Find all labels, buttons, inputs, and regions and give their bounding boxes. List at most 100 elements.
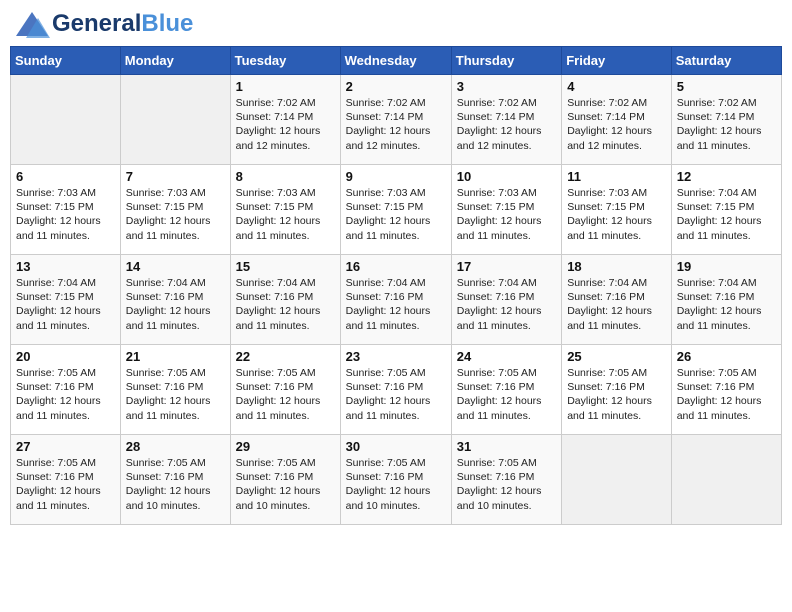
day-number: 8 bbox=[236, 169, 335, 184]
calendar-cell: 19Sunrise: 7:04 AM Sunset: 7:16 PM Dayli… bbox=[671, 255, 781, 345]
calendar-table: SundayMondayTuesdayWednesdayThursdayFrid… bbox=[10, 46, 782, 525]
day-number: 30 bbox=[346, 439, 446, 454]
calendar-cell: 27Sunrise: 7:05 AM Sunset: 7:16 PM Dayli… bbox=[11, 435, 121, 525]
calendar-cell: 24 Sunrise: 7:05 AM Sunset: 7:16 PM Dayli… bbox=[451, 345, 561, 435]
day-number: 1 bbox=[236, 79, 335, 94]
day-info: Sunrise: 7:02 AM Sunset: 7:14 PM Dayligh… bbox=[236, 96, 335, 153]
day-number: 22 bbox=[236, 349, 335, 364]
calendar-cell: 12 Sunrise: 7:04 AM Sunset: 7:15 PM Dayli… bbox=[671, 165, 781, 255]
day-number: 21 bbox=[126, 349, 225, 364]
day-info: Sunrise: 7:02 AM Sunset: 7:14 PM Dayligh… bbox=[346, 96, 446, 153]
day-info: Sunrise: 7:03 AM Sunset: 7:15 PM Dayligh… bbox=[16, 186, 115, 243]
day-info: Sunrise: 7:05 AM Sunset: 7:16 PM Dayligh… bbox=[16, 366, 115, 423]
calendar-cell: 29Sunrise: 7:05 AM Sunset: 7:16 PM Dayli… bbox=[230, 435, 340, 525]
day-info: Sunrise: 7:05 AM Sunset: 7:16 PM Dayligh… bbox=[236, 366, 335, 423]
calendar-cell bbox=[11, 75, 121, 165]
day-number: 24 bbox=[457, 349, 556, 364]
calendar-cell: 30 Sunrise: 7:05 AM Sunset: 7:16 PM Dayli… bbox=[340, 435, 451, 525]
day-number: 12 bbox=[677, 169, 776, 184]
calendar-cell bbox=[562, 435, 672, 525]
calendar-cell: 28 Sunrise: 7:05 AM Sunset: 7:16 PM Dayli… bbox=[120, 435, 230, 525]
day-number: 28 bbox=[126, 439, 225, 454]
day-number: 25 bbox=[567, 349, 666, 364]
day-info: Sunrise: 7:05 AM Sunset: 7:16 PM Dayligh… bbox=[677, 366, 776, 423]
calendar-cell: 4 Sunrise: 7:02 AM Sunset: 7:14 PM Daylig… bbox=[562, 75, 672, 165]
calendar-cell: 21 Sunrise: 7:05 AM Sunset: 7:16 PM Dayli… bbox=[120, 345, 230, 435]
calendar-week-1: 1 Sunrise: 7:02 AM Sunset: 7:14 PM Daylig… bbox=[11, 75, 782, 165]
day-info: Sunrise: 7:04 AM Sunset: 7:15 PM Dayligh… bbox=[677, 186, 776, 243]
calendar-cell: 31 Sunrise: 7:05 AM Sunset: 7:16 PM Dayli… bbox=[451, 435, 561, 525]
calendar-cell: 15Sunrise: 7:04 AM Sunset: 7:16 PM Dayli… bbox=[230, 255, 340, 345]
day-info: Sunrise: 7:02 AM Sunset: 7:14 PM Dayligh… bbox=[677, 96, 776, 153]
calendar-cell: 11Sunrise: 7:03 AM Sunset: 7:15 PM Dayli… bbox=[562, 165, 672, 255]
calendar-cell: 14 Sunrise: 7:04 AM Sunset: 7:16 PM Dayli… bbox=[120, 255, 230, 345]
day-info: Sunrise: 7:04 AM Sunset: 7:16 PM Dayligh… bbox=[126, 276, 225, 333]
day-number: 9 bbox=[346, 169, 446, 184]
day-number: 17 bbox=[457, 259, 556, 274]
day-number: 13 bbox=[16, 259, 115, 274]
page-header: GeneralBlue bbox=[10, 10, 782, 38]
calendar-cell: 5 Sunrise: 7:02 AM Sunset: 7:14 PM Daylig… bbox=[671, 75, 781, 165]
day-number: 27 bbox=[16, 439, 115, 454]
day-info: Sunrise: 7:05 AM Sunset: 7:16 PM Dayligh… bbox=[126, 456, 225, 513]
calendar-week-3: 13 Sunrise: 7:04 AM Sunset: 7:15 PM Dayli… bbox=[11, 255, 782, 345]
weekday-header-saturday: Saturday bbox=[671, 47, 781, 75]
day-info: Sunrise: 7:04 AM Sunset: 7:15 PM Dayligh… bbox=[16, 276, 115, 333]
day-number: 6 bbox=[16, 169, 115, 184]
weekday-header-monday: Monday bbox=[120, 47, 230, 75]
calendar-cell: 1 Sunrise: 7:02 AM Sunset: 7:14 PM Daylig… bbox=[230, 75, 340, 165]
day-info: Sunrise: 7:05 AM Sunset: 7:16 PM Dayligh… bbox=[346, 366, 446, 423]
logo-icon bbox=[14, 10, 50, 38]
calendar-cell: 3Sunrise: 7:02 AM Sunset: 7:14 PM Daylig… bbox=[451, 75, 561, 165]
calendar-week-5: 27 Sunrise: 7:05 AM Sunset: 7:16 PM Dayli… bbox=[11, 435, 782, 525]
day-number: 16 bbox=[346, 259, 446, 274]
day-number: 7 bbox=[126, 169, 225, 184]
day-number: 4 bbox=[567, 79, 666, 94]
weekday-header-thursday: Thursday bbox=[451, 47, 561, 75]
calendar-cell: 17 Sunrise: 7:04 AM Sunset: 7:16 PM Dayli… bbox=[451, 255, 561, 345]
calendar-cell: 18Sunrise: 7:04 AM Sunset: 7:16 PM Dayli… bbox=[562, 255, 672, 345]
calendar-cell bbox=[671, 435, 781, 525]
day-info: Sunrise: 7:05 AM Sunset: 7:16 PM Dayligh… bbox=[457, 456, 556, 513]
calendar-cell: 13 Sunrise: 7:04 AM Sunset: 7:15 PM Dayli… bbox=[11, 255, 121, 345]
calendar-week-2: 6 Sunrise: 7:03 AM Sunset: 7:15 PM Daylig… bbox=[11, 165, 782, 255]
day-number: 29 bbox=[236, 439, 335, 454]
day-info: Sunrise: 7:05 AM Sunset: 7:16 PM Dayligh… bbox=[457, 366, 556, 423]
calendar-cell: 10 Sunrise: 7:03 AM Sunset: 7:15 PM Dayli… bbox=[451, 165, 561, 255]
calendar-cell: 25 Sunrise: 7:05 AM Sunset: 7:16 PM Dayli… bbox=[562, 345, 672, 435]
calendar-cell: 22 Sunrise: 7:05 AM Sunset: 7:16 PM Dayli… bbox=[230, 345, 340, 435]
day-number: 14 bbox=[126, 259, 225, 274]
calendar-cell: 7 Sunrise: 7:03 AM Sunset: 7:15 PM Daylig… bbox=[120, 165, 230, 255]
day-info: Sunrise: 7:03 AM Sunset: 7:15 PM Dayligh… bbox=[457, 186, 556, 243]
day-number: 18 bbox=[567, 259, 666, 274]
day-info: Sunrise: 7:05 AM Sunset: 7:16 PM Dayligh… bbox=[126, 366, 225, 423]
calendar-cell: 20 Sunrise: 7:05 AM Sunset: 7:16 PM Dayli… bbox=[11, 345, 121, 435]
logo: GeneralBlue bbox=[14, 10, 193, 38]
day-info: Sunrise: 7:04 AM Sunset: 7:16 PM Dayligh… bbox=[457, 276, 556, 333]
day-number: 19 bbox=[677, 259, 776, 274]
day-number: 31 bbox=[457, 439, 556, 454]
day-number: 5 bbox=[677, 79, 776, 94]
weekday-header-tuesday: Tuesday bbox=[230, 47, 340, 75]
weekday-header-wednesday: Wednesday bbox=[340, 47, 451, 75]
day-info: Sunrise: 7:02 AM Sunset: 7:14 PM Dayligh… bbox=[567, 96, 666, 153]
day-info: Sunrise: 7:04 AM Sunset: 7:16 PM Dayligh… bbox=[346, 276, 446, 333]
calendar-cell bbox=[120, 75, 230, 165]
weekday-header-friday: Friday bbox=[562, 47, 672, 75]
weekday-header-sunday: Sunday bbox=[11, 47, 121, 75]
day-number: 15 bbox=[236, 259, 335, 274]
day-number: 10 bbox=[457, 169, 556, 184]
logo-text: GeneralBlue bbox=[52, 10, 193, 38]
calendar-cell: 6 Sunrise: 7:03 AM Sunset: 7:15 PM Daylig… bbox=[11, 165, 121, 255]
calendar-cell: 26 Sunrise: 7:05 AM Sunset: 7:16 PM Dayli… bbox=[671, 345, 781, 435]
calendar-header-row: SundayMondayTuesdayWednesdayThursdayFrid… bbox=[11, 47, 782, 75]
day-info: Sunrise: 7:03 AM Sunset: 7:15 PM Dayligh… bbox=[567, 186, 666, 243]
day-number: 23 bbox=[346, 349, 446, 364]
calendar-cell: 8Sunrise: 7:03 AM Sunset: 7:15 PM Daylig… bbox=[230, 165, 340, 255]
day-number: 20 bbox=[16, 349, 115, 364]
day-info: Sunrise: 7:05 AM Sunset: 7:16 PM Dayligh… bbox=[567, 366, 666, 423]
day-info: Sunrise: 7:05 AM Sunset: 7:16 PM Dayligh… bbox=[346, 456, 446, 513]
day-number: 26 bbox=[677, 349, 776, 364]
calendar-cell: 2Sunrise: 7:02 AM Sunset: 7:14 PM Daylig… bbox=[340, 75, 451, 165]
day-info: Sunrise: 7:03 AM Sunset: 7:15 PM Dayligh… bbox=[126, 186, 225, 243]
